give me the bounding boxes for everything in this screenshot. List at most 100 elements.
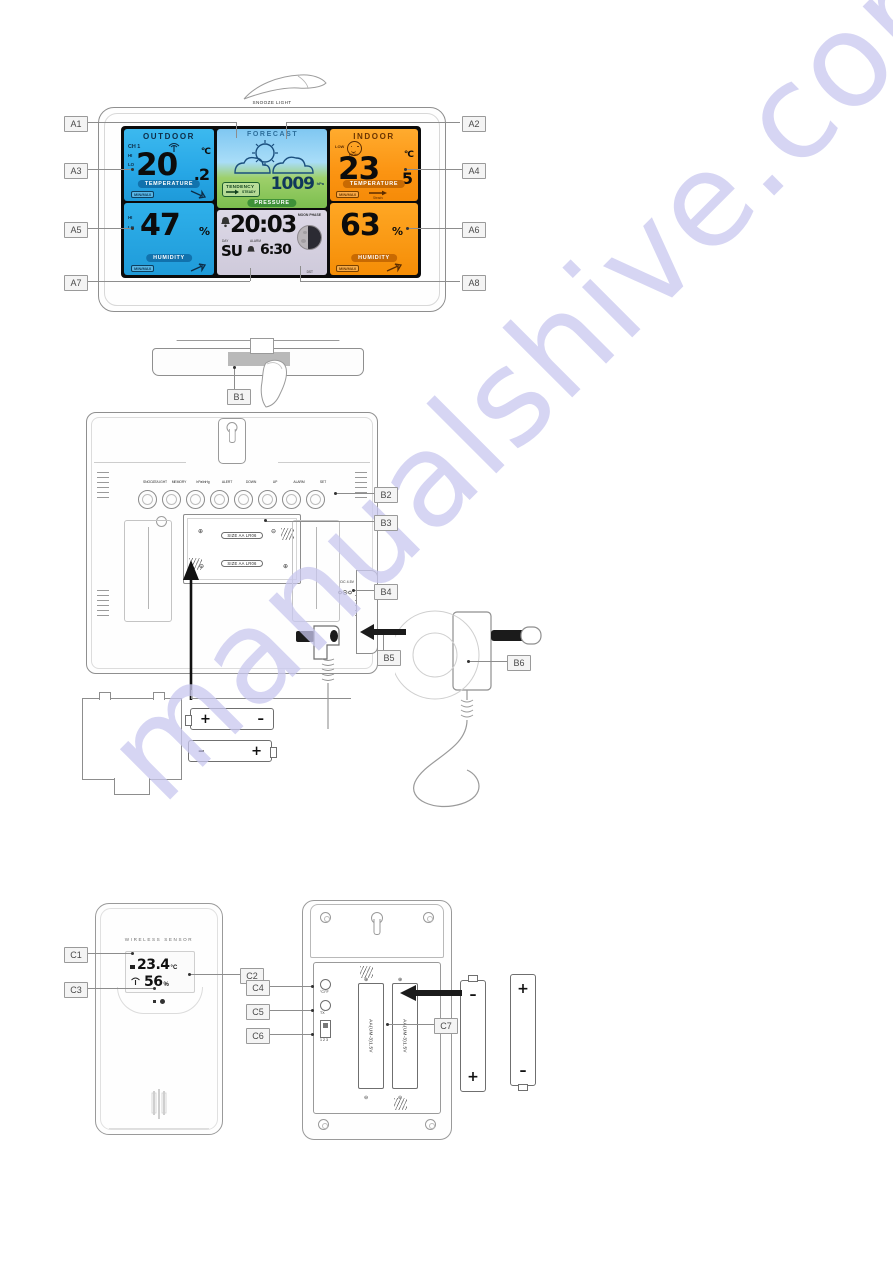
loose-battery-top-right-pole: – [257, 711, 265, 727]
callout-a1: A1 [64, 116, 88, 132]
battery-cover[interactable] [82, 692, 182, 795]
button-up[interactable] [258, 490, 277, 509]
indoor-humidity-value: 63 [340, 208, 381, 243]
callout-c5: C5 [246, 1004, 270, 1020]
leader-c3-dot [153, 987, 156, 990]
indoor-comfort-lo: LOW [335, 144, 345, 149]
clock-time: 20:03 [230, 212, 297, 239]
label-tx: TX [320, 1011, 325, 1015]
leader-c1-dot [131, 952, 134, 955]
dc-jack-port[interactable] [356, 570, 378, 654]
outdoor-temperature-minmax: MIN/MAX [131, 191, 155, 198]
screw-bottom-left [318, 1119, 329, 1130]
indoor-temperature-pane: INDOOR LOW HIGH 23 .5 °C TEMPERATURE MIN… [330, 129, 418, 201]
moon-phase-label: MOON PHASE [297, 213, 321, 218]
indoor-humidity-caption: HUMIDITY [351, 254, 397, 262]
outdoor-humidity-unit: % [198, 225, 210, 238]
indoor-humidity-minmax: MIN/MAX [336, 265, 360, 272]
button-memory[interactable] [162, 490, 181, 509]
callout-b6: B6 [507, 655, 531, 671]
leader-b2-dot [334, 492, 337, 495]
dc-polarity-icon [338, 590, 352, 595]
sensor-loose-battery-left-bottom-pole: + [467, 1069, 479, 1085]
tendency-state: STEADY [242, 190, 256, 195]
label-celsius-fahrenheit: °C/°F [320, 990, 329, 994]
power-adapter-figure [390, 600, 595, 820]
leader-a5-dot [131, 227, 134, 230]
callout-c4: C4 [246, 980, 270, 996]
button-alarm[interactable] [282, 490, 301, 509]
leader-c1 [86, 953, 132, 954]
leader-c4-dot [311, 985, 314, 988]
vent-right-top [355, 472, 367, 498]
sensor-battery-label-left: AA(UM-3)1.5V [368, 1019, 374, 1053]
battery-cover-foot [114, 778, 150, 795]
channel-slide-switch[interactable] [320, 1020, 331, 1038]
leader-c7 [388, 1024, 434, 1025]
outdoor-lo-limit: LO [128, 162, 135, 167]
sensor-temp-row: 23.4 °C [130, 957, 190, 973]
sensor-battery-icon [130, 965, 135, 969]
power-adapter-illustration [390, 610, 542, 808]
leader-b2 [336, 493, 374, 494]
callout-b5: B5 [377, 650, 401, 666]
indoor-temperature-minmax: MIN/MAX [336, 191, 360, 198]
sensor-insert-arrow-icon [400, 985, 462, 1001]
callout-a8: A8 [462, 275, 486, 291]
pressure-caption: PRESSURE [247, 199, 297, 208]
stand-rod-left [148, 527, 150, 609]
arrow-right-icon [226, 189, 239, 195]
sensor-loose-battery-right-top-pole: + [517, 981, 529, 997]
leader-c7-dot [386, 1023, 389, 1026]
button-celsius-fahrenheit[interactable] [320, 979, 331, 990]
leader-c6-dot [311, 1033, 314, 1036]
leader-c6 [268, 1034, 312, 1035]
sensor-battery-slot-left: AA(UM-3)1.5V [358, 983, 384, 1089]
button-hpa-inhg[interactable] [186, 490, 205, 509]
leader-b3-dot [264, 519, 267, 522]
loose-battery-bottom-left-pole: – [198, 743, 205, 759]
indoor-title: INDOOR [353, 132, 395, 141]
button-snooze-light[interactable] [138, 490, 157, 509]
sensor-loose-battery-right-bottom-pole: – [519, 1063, 527, 1079]
stand-left [124, 520, 172, 622]
loose-battery-bottom-right-pole: + [251, 743, 262, 759]
lcd-display: OUTDOOR CH 1 HI LO 20 .2 °C TEMPERATURE … [121, 126, 421, 278]
dc-jack-label: DC 4.5V [340, 580, 354, 584]
moon-phase-icon [297, 225, 322, 251]
callout-a4: A4 [462, 163, 486, 179]
screw-bottom-right [425, 1119, 436, 1130]
trend-up-orange-icon [386, 263, 402, 273]
outdoor-temperature-caption: TEMPERATURE [137, 180, 201, 188]
leader-a1-v [236, 122, 237, 138]
alarm-bell-small-icon [247, 246, 255, 252]
vent-left-top [97, 472, 109, 498]
led-indicator-small [153, 1000, 156, 1003]
leader-b1-v [234, 366, 235, 389]
battery-top-plus: ⊕ [198, 529, 204, 535]
alarm-time: 6:30 [260, 242, 292, 259]
sensor-loose-battery-left-top-pole: – [469, 987, 477, 1003]
callout-b4: B4 [374, 584, 398, 600]
button-alert[interactable] [210, 490, 229, 509]
loose-battery-top-left-pole: + [200, 711, 211, 727]
sensor-loose-battery-right: + – [510, 974, 536, 1091]
outdoor-humidity-minmax: MIN/MAX [131, 265, 155, 272]
button-down[interactable] [234, 490, 253, 509]
battery-slot-bottom: SIZE AA LR06 [194, 552, 290, 574]
pressure-unit: hPa [316, 181, 324, 187]
callout-a3: A3 [64, 163, 88, 179]
callout-c6: C6 [246, 1028, 270, 1044]
button-set[interactable] [306, 490, 325, 509]
leader-c5-dot [311, 1009, 314, 1012]
battery-nub-right [270, 746, 277, 758]
leader-a8 [300, 281, 460, 282]
sensor-temperature-unit: °C [170, 965, 178, 971]
wireless-sensor-back-figure: °C/°F TX 1 2 3 AA(UM-3)1.5V AA(UM-3)1.5V… [302, 900, 452, 1140]
button-tx[interactable] [320, 1000, 331, 1011]
battery-insert-arrow-icon [183, 560, 199, 700]
outdoor-temperature-pane: OUTDOOR CH 1 HI LO 20 .2 °C TEMPERATURE … [124, 129, 214, 201]
sensor-polarity-right-plus: ⊕ [398, 977, 403, 983]
trend-up-icon [190, 263, 206, 273]
led-indicator-large [160, 999, 165, 1004]
